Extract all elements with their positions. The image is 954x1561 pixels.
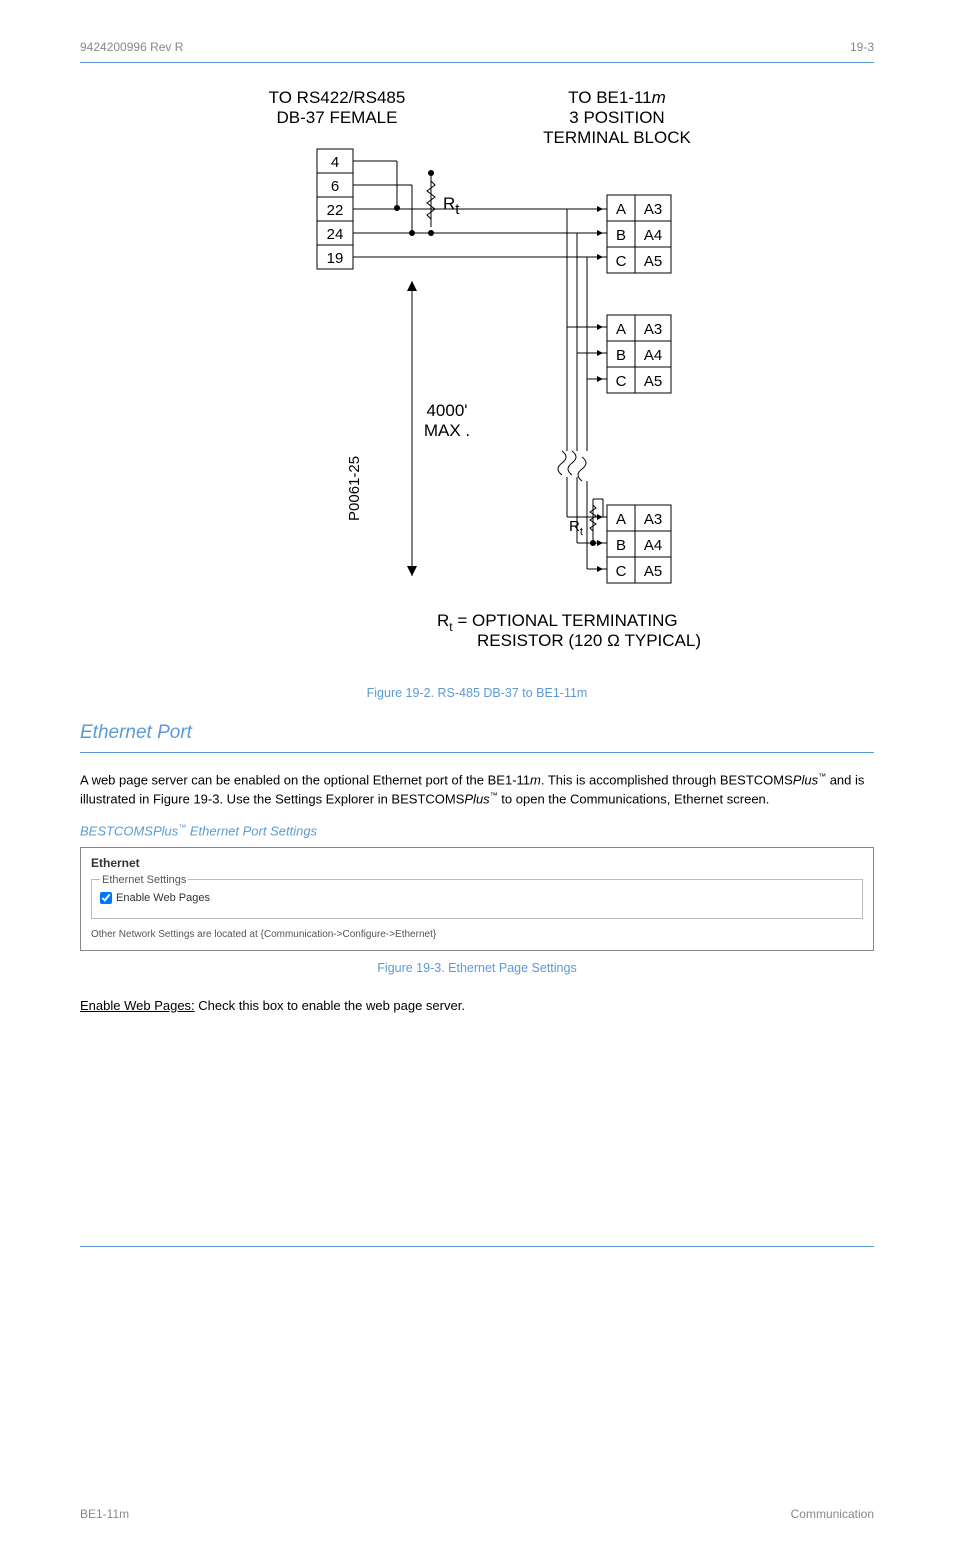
figure-19-2-caption: Figure 19-2. RS-485 DB-37 to BE1-11m [80, 686, 874, 700]
enable-web-pages-row[interactable]: Enable Web Pages [100, 892, 854, 904]
svg-text:TO BE1-11m: TO BE1-11m [568, 88, 666, 107]
svg-text:A3: A3 [644, 201, 662, 218]
svg-text:C: C [616, 373, 627, 390]
page-footer: BE1-11m Communication [80, 1507, 874, 1521]
svg-text:Rt: Rt [443, 194, 460, 218]
svg-text:A4: A4 [644, 347, 662, 364]
wiring-diagram: TO RS422/RS485 DB-37 FEMALE TO BE1-11m 3… [80, 81, 874, 676]
left-title-2: DB-37 FEMALE [277, 108, 398, 127]
svg-text:C: C [616, 563, 627, 580]
svg-text:Rt: Rt [569, 518, 583, 538]
svg-text:A: A [616, 511, 626, 528]
ethernet-settings-group: Ethernet Settings Enable Web Pages [91, 874, 863, 919]
svg-text:19: 19 [327, 250, 344, 267]
enable-web-pages-label: Enable Web Pages [116, 892, 210, 904]
svg-text:C: C [616, 253, 627, 270]
ethernet-paragraph: A web page server can be enabled on the … [80, 771, 874, 809]
svg-text:A5: A5 [644, 563, 662, 580]
ethernet-settings-screenshot: Ethernet Ethernet Settings Enable Web Pa… [80, 847, 874, 951]
svg-text:B: B [616, 537, 626, 554]
terminal-block-1: A A3 B A4 C A5 [607, 195, 671, 273]
enable-web-pages-checkbox[interactable] [100, 892, 112, 904]
right-title-m: m [652, 88, 666, 107]
svg-text:A4: A4 [644, 227, 662, 244]
footer-rule [80, 1246, 874, 1247]
svg-text:A5: A5 [644, 373, 662, 390]
section-ethernet-port: Ethernet Port [80, 722, 874, 744]
svg-text:22: 22 [327, 202, 344, 219]
enable-web-pages-desc: Enable Web Pages: Check this box to enab… [80, 997, 874, 1016]
svg-text:A5: A5 [644, 253, 662, 270]
svg-text:A3: A3 [644, 321, 662, 338]
panel-title: Ethernet [91, 856, 863, 870]
footer-right: Communication [791, 1507, 874, 1521]
svg-text:B: B [616, 347, 626, 364]
svg-text:A: A [616, 201, 626, 218]
svg-text:MAX .: MAX . [424, 421, 470, 440]
right-title-1: TO BE1-11 [568, 88, 651, 107]
svg-text:A4: A4 [644, 537, 662, 554]
svg-text:A: A [616, 321, 626, 338]
terminal-block-2: A A3 B A4 C A5 [607, 315, 671, 393]
section-rule [80, 752, 874, 753]
group-legend: Ethernet Settings [100, 874, 188, 886]
other-settings-note: Other Network Settings are located at {C… [91, 929, 863, 940]
footer-left: BE1-11m [80, 1507, 129, 1521]
svg-text:4000': 4000' [426, 401, 467, 420]
svg-text:6: 6 [331, 178, 339, 195]
svg-text:24: 24 [327, 226, 344, 243]
db37-pins: 4 6 22 24 19 [317, 149, 353, 269]
svg-text:P0061-25: P0061-25 [346, 456, 363, 521]
figure-19-3-caption: Figure 19-3. Ethernet Page Settings [80, 961, 874, 975]
subhead-bestcoms: BESTCOMSPlus™ Ethernet Port Settings [80, 823, 874, 838]
right-title-3: TERMINAL BLOCK [543, 128, 691, 147]
page-header: 9424200996 Rev R 19-3 [80, 40, 874, 54]
svg-text:A3: A3 [644, 511, 662, 528]
svg-text:4: 4 [331, 154, 339, 171]
header-rule [80, 62, 874, 63]
header-left: 9424200996 Rev R [80, 40, 183, 54]
header-right: 19-3 [850, 40, 874, 54]
right-title-2: 3 POSITION [569, 108, 664, 127]
svg-text:RESISTOR (120 Ω TYPICAL): RESISTOR (120 Ω TYPICAL) [477, 631, 701, 650]
svg-text:B: B [616, 227, 626, 244]
left-title-1: TO RS422/RS485 [269, 88, 406, 107]
terminal-block-3: A A3 B A4 C A5 [607, 505, 671, 583]
